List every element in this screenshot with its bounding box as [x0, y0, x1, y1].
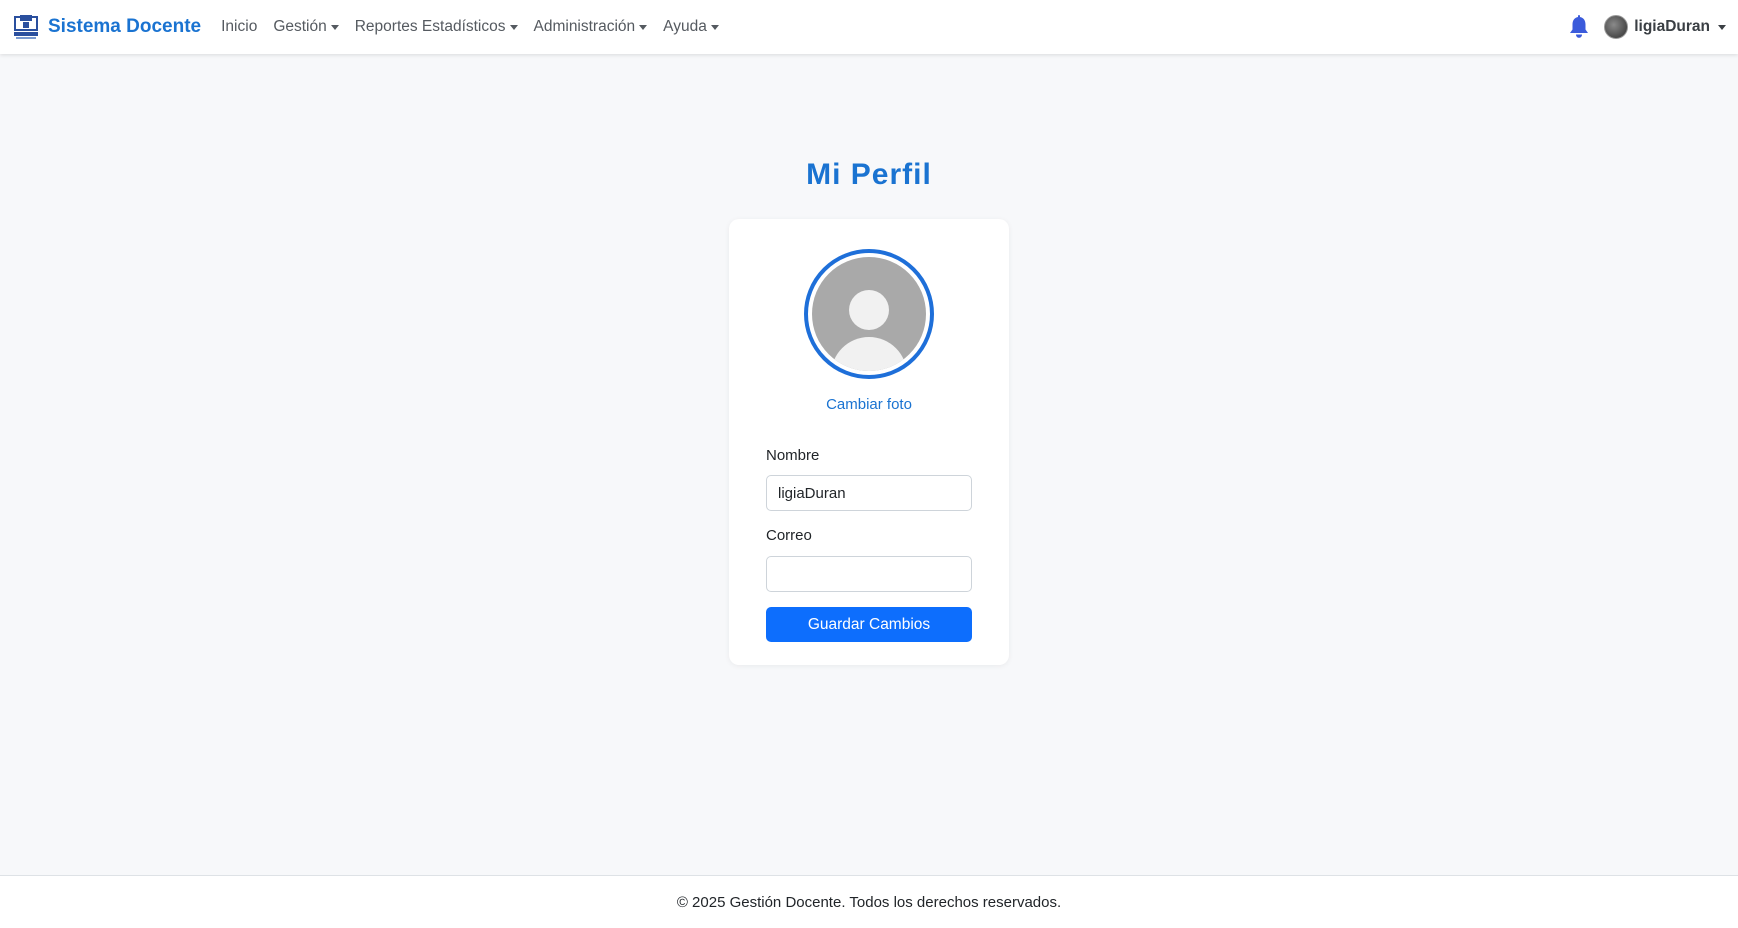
avatar-head [849, 290, 889, 330]
brand-name: Sistema Docente [48, 16, 202, 37]
nav-item-gestion[interactable]: Gestión [265, 0, 346, 54]
nav-item-label: Administración [533, 18, 636, 35]
user-name: ligiaDuran [1634, 18, 1710, 35]
nav-item-reportes-estadisticos[interactable]: Reportes Estadísticos [347, 0, 526, 54]
nav-item-inicio[interactable]: Inicio [213, 0, 265, 54]
footer: © 2025 Gestión Docente. Todos los derech… [0, 875, 1738, 928]
bell-icon[interactable] [1568, 15, 1590, 39]
nav-item-label: Ayuda [663, 18, 707, 35]
caret-down-icon [710, 24, 719, 30]
nav-item-label: Gestión [273, 18, 327, 35]
profile-avatar [804, 249, 934, 379]
email-field[interactable] [766, 556, 972, 592]
save-changes-button[interactable]: Guardar Cambios [766, 607, 972, 642]
nombre-label: Nombre [766, 447, 820, 464]
brand-link[interactable]: Sistema Docente [12, 13, 201, 41]
avatar-body [831, 337, 907, 371]
caret-down-icon [1718, 24, 1726, 30]
user-avatar [1604, 15, 1629, 39]
nav-item-label: Reportes Estadísticos [354, 18, 506, 35]
footer-text: © 2025 Gestión Docente. Todos los derech… [676, 893, 1062, 911]
caret-down-icon [509, 24, 518, 30]
user-menu[interactable]: ligiaDuran [1604, 15, 1726, 39]
caret-down-icon [639, 24, 648, 30]
page-title: Mi Perfil [806, 158, 932, 191]
navbar: Sistema Docente Inicio Gestión Reportes … [0, 0, 1738, 54]
profile-card: Cambiar foto Nombre Correo Guardar Cambi… [729, 219, 1009, 665]
uptaeb-logo-icon [14, 15, 38, 39]
default-user-icon [812, 257, 926, 371]
nav-item-label: Inicio [221, 18, 258, 35]
nav-item-administracion[interactable]: Administración [526, 0, 656, 54]
correo-label: Correo [766, 527, 812, 544]
nombre-field[interactable] [766, 475, 972, 511]
change-photo-link[interactable]: Cambiar foto [729, 396, 1009, 413]
caret-down-icon [330, 24, 339, 30]
navbar-right: ligiaDuran [1568, 15, 1726, 39]
nav-item-ayuda[interactable]: Ayuda [655, 0, 727, 54]
